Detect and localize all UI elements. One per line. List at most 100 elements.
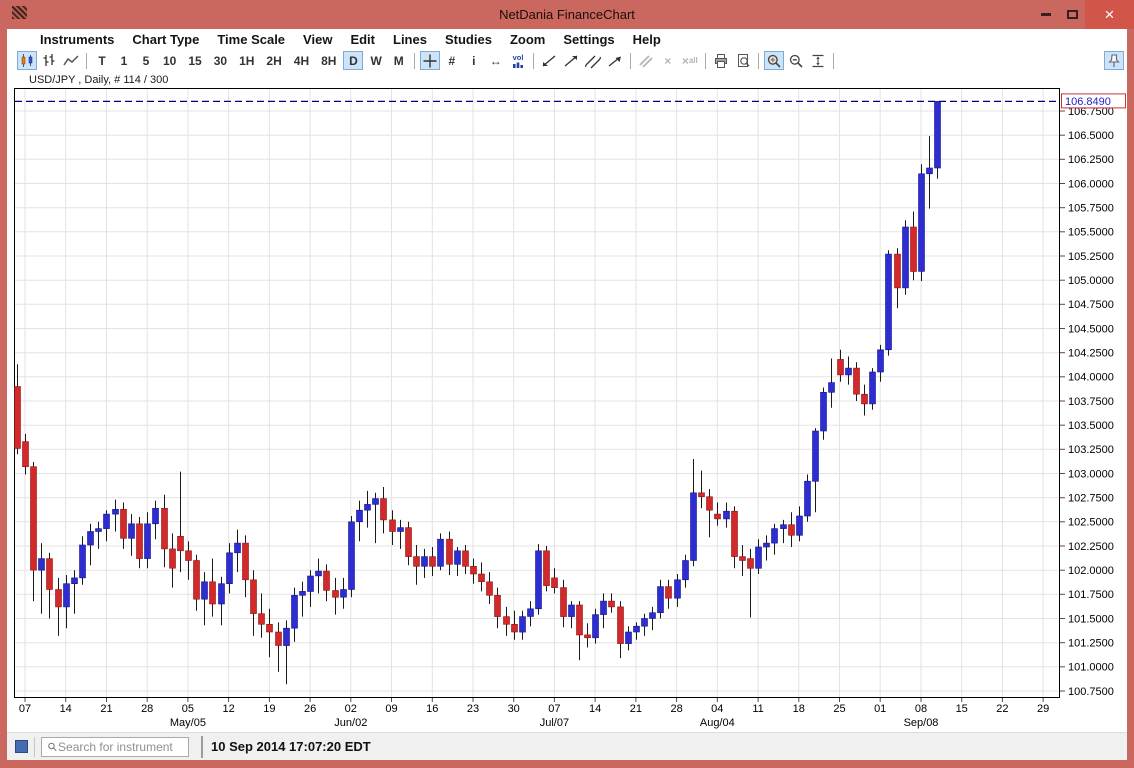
minimize-button[interactable] [1033, 0, 1059, 29]
svg-text:09: 09 [385, 703, 397, 715]
svg-text:102.7500: 102.7500 [1068, 493, 1114, 505]
print-preview-button[interactable] [733, 51, 753, 70]
delete-line-button[interactable]: × [658, 51, 678, 70]
delete-all-lines-button[interactable]: ×all [680, 51, 700, 70]
trendline-right-icon [563, 53, 579, 69]
line-chart-button[interactable] [61, 51, 81, 70]
divider [201, 736, 203, 758]
toolbar-separator [758, 53, 759, 69]
svg-text:104.2500: 104.2500 [1068, 348, 1114, 360]
svg-text:08: 08 [915, 703, 927, 715]
svg-text:101.2500: 101.2500 [1068, 638, 1114, 650]
close-button[interactable]: × [1085, 0, 1134, 29]
timeframe-button-10[interactable]: 10 [158, 51, 181, 70]
pin-button[interactable] [1104, 51, 1124, 70]
ohlc-bars-button[interactable] [39, 51, 59, 70]
candlestick-chart[interactable]: 106.7500106.5000106.2500106.0000105.7500… [14, 88, 1126, 732]
volume-button[interactable]: vol [508, 51, 528, 70]
timeframe-button-30[interactable]: 30 [209, 51, 232, 70]
timeframe-button-1[interactable]: 1 [114, 51, 134, 70]
search-box[interactable] [41, 737, 189, 757]
svg-text:12: 12 [222, 703, 234, 715]
svg-text:16: 16 [426, 703, 438, 715]
timeframe-button-D[interactable]: D [343, 51, 363, 70]
svg-text:Sep/08: Sep/08 [904, 717, 939, 729]
channel-icon [585, 53, 601, 69]
menu-item-instruments[interactable]: Instruments [31, 31, 123, 48]
svg-text:105.5000: 105.5000 [1068, 227, 1114, 239]
horizontal-scroll-button[interactable]: ↔ [486, 51, 506, 70]
toolbar-separator [705, 53, 706, 69]
print-icon [713, 53, 729, 69]
toolbar: T151015301H2H4H8HDWM#i↔vol××all [7, 49, 1127, 72]
trendline-button[interactable] [539, 51, 559, 70]
connection-status-icon[interactable] [15, 740, 28, 753]
svg-text:102.0000: 102.0000 [1068, 565, 1114, 577]
timeframe-button-15[interactable]: 15 [183, 51, 206, 70]
svg-text:106.8490: 106.8490 [1065, 96, 1111, 108]
menu-item-time-scale[interactable]: Time Scale [208, 31, 294, 48]
menu-item-view[interactable]: View [294, 31, 341, 48]
timeframe-button-8H[interactable]: 8H [316, 51, 341, 70]
svg-text:Jun/02: Jun/02 [334, 717, 367, 729]
menu-item-studies[interactable]: Studies [436, 31, 501, 48]
timeframe-button-4H[interactable]: 4H [289, 51, 314, 70]
trendline-icon [541, 53, 557, 69]
toolbar-separator [630, 53, 631, 69]
svg-text:Aug/04: Aug/04 [700, 717, 735, 729]
maximize-button[interactable] [1059, 0, 1085, 29]
candlestick-chart-button[interactable] [17, 51, 37, 70]
zoom-in-button[interactable] [764, 51, 784, 70]
grid-button[interactable]: # [442, 51, 462, 70]
svg-text:29: 29 [1037, 703, 1049, 715]
menu-item-settings[interactable]: Settings [554, 31, 623, 48]
line-chart-icon [63, 53, 79, 69]
svg-text:22: 22 [996, 703, 1008, 715]
search-input[interactable] [58, 740, 183, 754]
menu-item-zoom[interactable]: Zoom [501, 31, 554, 48]
svg-text:18: 18 [793, 703, 805, 715]
app-window: NetDania FinanceChart × InstrumentsChart… [0, 0, 1134, 768]
zoom-out-button[interactable] [786, 51, 806, 70]
timeframe-button-5[interactable]: 5 [136, 51, 156, 70]
close-icon: × [1105, 6, 1115, 23]
svg-text:102.5000: 102.5000 [1068, 517, 1114, 529]
svg-text:25: 25 [833, 703, 845, 715]
info-button[interactable]: i [464, 51, 484, 70]
parallel-lines-icon [638, 53, 654, 69]
crosshair-button[interactable] [420, 51, 440, 70]
title-bar[interactable]: NetDania FinanceChart × [0, 0, 1134, 29]
toolbar-separator [833, 53, 834, 69]
menu-item-help[interactable]: Help [624, 31, 670, 48]
arrow-button[interactable] [605, 51, 625, 70]
svg-text:11: 11 [752, 703, 763, 715]
menu-item-lines[interactable]: Lines [384, 31, 436, 48]
instrument-label: USD/JPY , Daily, # 114 / 300 [7, 72, 1127, 88]
toolbar-separator [533, 53, 534, 69]
svg-text:105.0000: 105.0000 [1068, 275, 1114, 287]
timeframe-button-T[interactable]: T [92, 51, 112, 70]
timeframe-button-2H[interactable]: 2H [261, 51, 286, 70]
svg-text:04: 04 [711, 703, 723, 715]
svg-text:102.2500: 102.2500 [1068, 541, 1114, 553]
parallel-lines-button[interactable] [636, 51, 656, 70]
svg-text:106.5000: 106.5000 [1068, 130, 1114, 142]
fit-scale-button[interactable] [808, 51, 828, 70]
timeframe-button-W[interactable]: W [365, 51, 386, 70]
timeframe-button-1H[interactable]: 1H [234, 51, 259, 70]
menu-item-chart-type[interactable]: Chart Type [123, 31, 208, 48]
arrow-icon [607, 53, 623, 69]
svg-text:14: 14 [589, 703, 601, 715]
window-title: NetDania FinanceChart [0, 7, 1134, 22]
trendline-right-button[interactable] [561, 51, 581, 70]
svg-text:05: 05 [182, 703, 194, 715]
print-button[interactable] [711, 51, 731, 70]
candlestick-chart-icon [19, 53, 35, 69]
channel-button[interactable] [583, 51, 603, 70]
timeframe-button-M[interactable]: M [389, 51, 409, 70]
toolbar-separator [86, 53, 87, 69]
crosshair-icon [422, 53, 438, 69]
svg-text:101.5000: 101.5000 [1068, 613, 1114, 625]
menu-item-edit[interactable]: Edit [341, 31, 384, 48]
svg-text:vol: vol [512, 53, 523, 62]
